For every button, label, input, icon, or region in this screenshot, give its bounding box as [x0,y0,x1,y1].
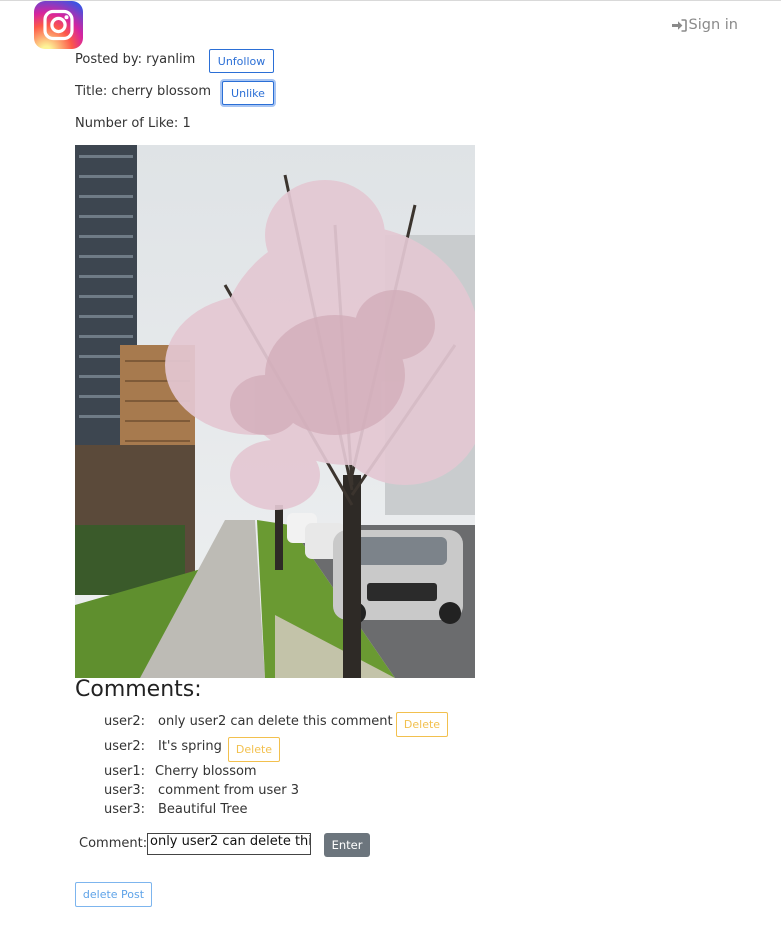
comment-text: only user2 can delete this comment [158,714,393,729]
sign-in-icon [671,18,687,32]
posted-by-row: Posted by: ryanlim [75,52,195,67]
unfollow-button[interactable]: Unfollow [209,49,274,73]
delete-comment-button[interactable]: Delete [396,712,448,737]
comment-text: Beautiful Tree [158,802,248,817]
post-title: cherry blossom [111,84,212,99]
likes-label: Number of Like: [75,116,179,131]
comment-user: user3: [104,783,146,798]
title-row: Title: cherry blossom [75,84,211,99]
comment-text: It's spring [158,739,222,754]
post-photo [75,145,475,678]
unlike-button[interactable]: Unlike [222,81,274,105]
comment-user: user2: [104,739,146,754]
enter-button[interactable]: Enter [324,833,370,857]
comment-user: user2: [104,714,146,729]
sign-in-label: Sign in [688,17,738,33]
comment-text: comment from user 3 [158,783,300,798]
top-border [0,0,781,1]
instagram-logo-icon[interactable] [34,1,83,49]
title-label: Title: [75,84,108,99]
delete-post-button[interactable]: delete Post [75,882,152,907]
comments-heading: Comments: [75,677,202,702]
posted-by-label: Posted by: [75,52,142,67]
comment-user: user1: [104,764,146,779]
comment-text: Cherry blossom [155,764,257,779]
likes-count: 1 [182,116,191,131]
sign-in-link[interactable]: Sign in [671,17,738,33]
likes-row: Number of Like: 1 [75,116,191,131]
delete-comment-button[interactable]: Delete [228,737,280,762]
comment-input[interactable]: only user2 can delete thi [147,833,311,855]
comment-user: user3: [104,802,146,817]
comment-label: Comment: [79,836,148,851]
posted-by-user: ryanlim [146,52,196,67]
